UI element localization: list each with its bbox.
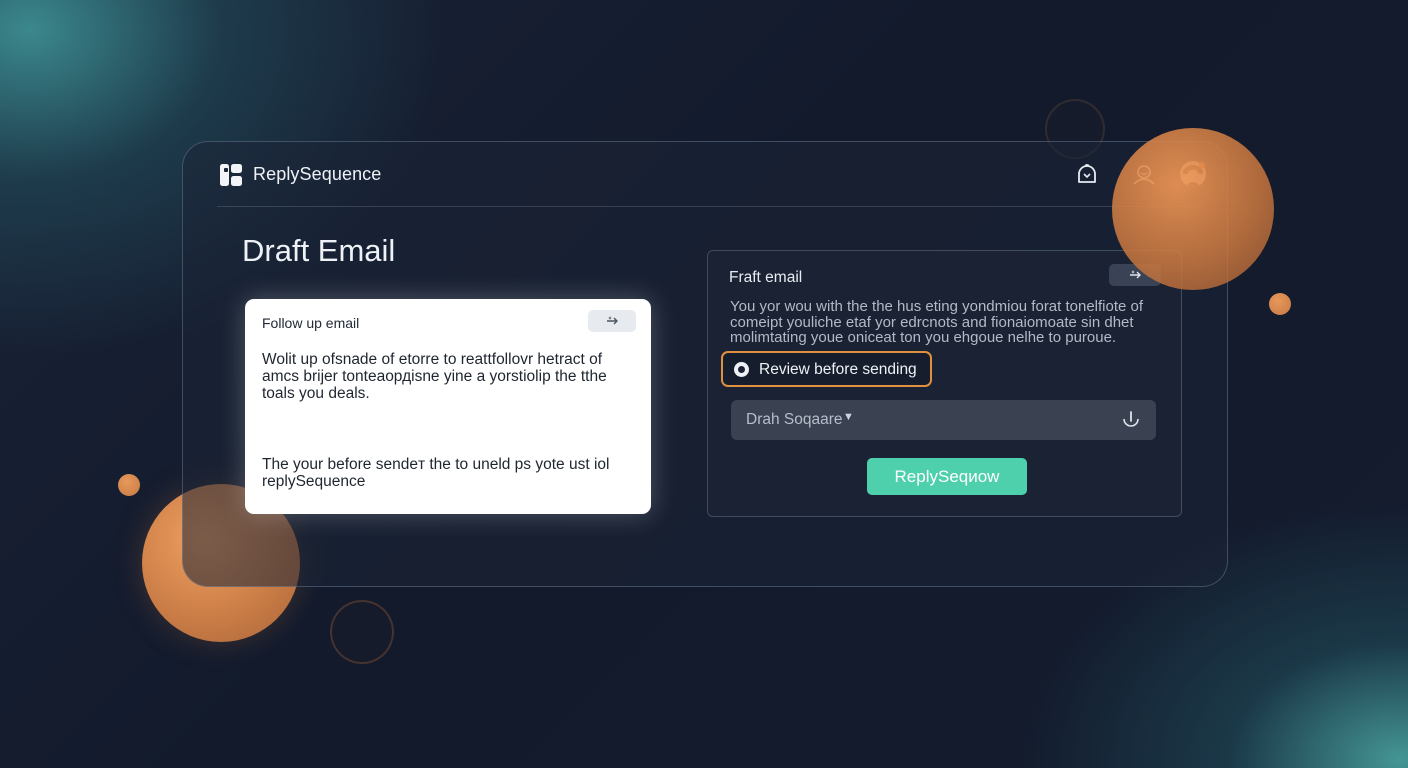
page-title: Draft Email <box>242 233 396 268</box>
bell-icon[interactable] <box>1074 162 1100 188</box>
decorative-orb-small-left <box>118 474 140 496</box>
decorative-orb-small-right <box>1269 293 1291 315</box>
draft-panel-title: Fraft email <box>729 269 803 286</box>
reply-sequence-button[interactable]: ReplySeqиow <box>867 458 1027 495</box>
follow-up-body: Wolit up ofsnade of etorre to reattfollo… <box>262 351 607 402</box>
follow-up-card[interactable]: Follow up email Wolit up ofsnade of etor… <box>245 299 651 514</box>
top-bar: ReplySequence <box>217 142 1206 207</box>
sparkle-icon <box>607 316 618 325</box>
sparkle-button[interactable] <box>588 310 636 332</box>
microphone-icon[interactable] <box>1120 409 1142 431</box>
review-toggle-label: Review before sending <box>759 361 917 378</box>
review-before-sending-toggle[interactable]: Review before sending <box>721 351 932 387</box>
draft-email-panel: Fraft email You yor wou with the the hus… <box>707 250 1182 517</box>
review-radio[interactable] <box>734 362 749 377</box>
sequence-select[interactable]: Drah Soqaare ▼ <box>731 400 1156 440</box>
sequence-select-value: Drah Soqaare <box>746 411 843 428</box>
draft-description: You yor wou with the the hus eting yondm… <box>730 298 1144 346</box>
decorative-orb-large-right <box>1112 128 1274 290</box>
decorative-ring-bottom <box>330 600 394 664</box>
follow-up-card-title: Follow up email <box>262 315 360 331</box>
logo-icon <box>220 164 242 186</box>
chevron-down-icon: ▼ <box>843 411 854 423</box>
app-window: ReplySequence Draft Email Follow up emai… <box>182 141 1228 587</box>
app-brand: ReplySequence <box>253 164 382 184</box>
follow-up-footer-text: The your before sendeт the to uneld ps y… <box>262 456 610 490</box>
